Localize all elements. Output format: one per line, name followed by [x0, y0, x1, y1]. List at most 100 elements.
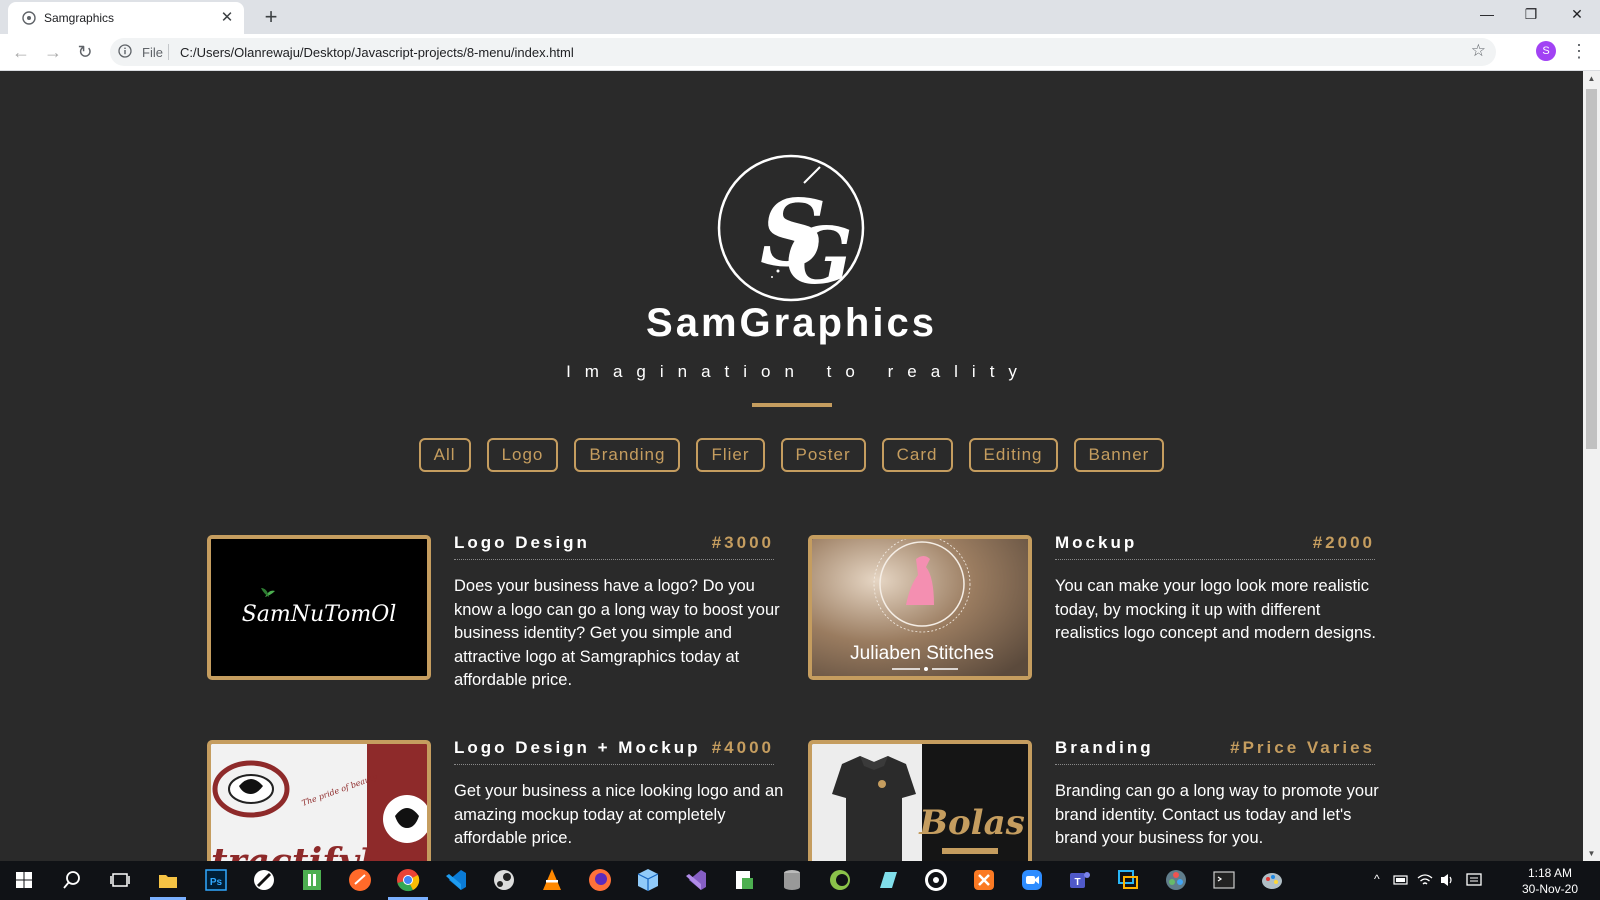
- item-name: Branding: [1055, 738, 1154, 757]
- task-view-icon[interactable]: [106, 866, 134, 894]
- item-image-text: SamNuTomOl: [242, 602, 397, 627]
- filter-editing-button[interactable]: Editing: [968, 438, 1058, 472]
- restore-button[interactable]: ❐: [1508, 0, 1554, 30]
- browser-tab[interactable]: Samgraphics ✕: [8, 2, 244, 34]
- search-icon[interactable]: [58, 866, 86, 894]
- chrome-icon[interactable]: [394, 866, 422, 894]
- item-image: Bolas: [808, 740, 1032, 861]
- item-price: #4000: [711, 738, 774, 757]
- virtualbox-icon[interactable]: [634, 866, 662, 894]
- item-image: SamNuTomOl: [207, 535, 431, 680]
- forward-button[interactable]: →: [40, 39, 66, 65]
- item-price: #2000: [1312, 533, 1375, 552]
- item-image-text: Bolas: [918, 803, 1025, 843]
- menu-item: SamNuTomOl Logo Design #3000 Does your b…: [207, 533, 797, 689]
- filter-all-button[interactable]: All: [418, 438, 471, 472]
- item-image: The pride of beauty tractifyIT: [207, 740, 431, 861]
- item-name: Mockup: [1055, 533, 1138, 552]
- item-header: Logo Design #3000: [454, 533, 774, 560]
- new-tab-button[interactable]: +: [258, 5, 284, 31]
- inkscape-icon[interactable]: [250, 866, 278, 894]
- info-icon[interactable]: [118, 44, 132, 58]
- menu-item: The pride of beauty tractifyIT Logo Desi…: [207, 738, 797, 861]
- title-underline: [752, 403, 832, 407]
- onenote-icon[interactable]: [298, 866, 326, 894]
- volume-icon[interactable]: [1438, 866, 1456, 894]
- filter-poster-button[interactable]: Poster: [780, 438, 866, 472]
- globe-icon: [22, 11, 36, 25]
- item-header: Branding #Price Varies: [1055, 738, 1375, 765]
- menu-item: Bolas Branding #Price Varies Branding ca…: [808, 738, 1398, 861]
- remote-desktop-icon[interactable]: [1114, 866, 1142, 894]
- browser-menu-icon[interactable]: ⋮: [1570, 40, 1588, 62]
- reload-button[interactable]: ↻: [72, 39, 98, 65]
- filter-branding-button[interactable]: Branding: [574, 438, 681, 472]
- show-hidden-icons-icon[interactable]: ^: [1374, 872, 1380, 886]
- filter-flier-button[interactable]: Flier: [696, 438, 765, 472]
- file-explorer-icon[interactable]: [154, 866, 182, 894]
- filter-card-button[interactable]: Card: [881, 438, 953, 472]
- samgraphics-logo: S G: [717, 154, 865, 302]
- sublime-icon[interactable]: [346, 866, 374, 894]
- window-close-button[interactable]: ✕: [1554, 0, 1600, 30]
- scroll-up-icon[interactable]: ▲: [1587, 74, 1596, 83]
- item-image-text: Juliaben Stitches: [850, 643, 994, 664]
- item-name: Logo Design + Mockup: [454, 738, 701, 757]
- profile-avatar[interactable]: S: [1536, 41, 1556, 61]
- zoom-icon[interactable]: [1018, 866, 1046, 894]
- item-description: Get your business a nice looking logo an…: [454, 782, 784, 847]
- svg-text:Ps: Ps: [210, 877, 223, 888]
- filter-buttons: All Logo Branding Flier Poster Card Edit…: [0, 438, 1583, 472]
- item-header: Logo Design + Mockup #4000: [454, 738, 774, 765]
- obs-icon[interactable]: [922, 866, 950, 894]
- tab-strip: Samgraphics ✕ + — ❐ ✕: [0, 0, 1600, 34]
- visual-studio-icon[interactable]: [682, 866, 710, 894]
- filter-banner-button[interactable]: Banner: [1073, 438, 1165, 472]
- windows-start-icon[interactable]: [10, 866, 38, 894]
- davinci-icon[interactable]: [1162, 866, 1190, 894]
- item-price: #Price Varies: [1230, 738, 1375, 757]
- battery-icon[interactable]: [1392, 866, 1410, 894]
- svg-text:T: T: [1074, 877, 1080, 888]
- menu-item: Juliaben Stitches Mockup #2000 You can m…: [808, 533, 1398, 685]
- url-text[interactable]: C:/Users/Olanrewaju/Desktop/Javascript-p…: [180, 45, 574, 60]
- windows-taskbar: Ps T ^ 1:18 AM 30-Nov-20: [0, 861, 1600, 900]
- brand-tagline: Imagination to reality: [566, 362, 1031, 381]
- item-name: Logo Design: [454, 533, 590, 552]
- firefox-icon[interactable]: [586, 866, 614, 894]
- installer-icon[interactable]: [730, 866, 758, 894]
- url-scheme: File: [142, 45, 163, 60]
- item-image: Juliaben Stitches: [808, 535, 1032, 680]
- back-button[interactable]: ←: [8, 39, 34, 65]
- vscode-icon[interactable]: [442, 866, 470, 894]
- photoshop-icon[interactable]: Ps: [202, 866, 230, 894]
- item-description: You can make your logo look more realist…: [1055, 577, 1377, 642]
- item-description: Does your business have a logo? Do you k…: [454, 577, 780, 689]
- page-scrollbar[interactable]: ▲ ▼: [1583, 71, 1600, 861]
- paint-icon[interactable]: [1258, 866, 1286, 894]
- system-clock[interactable]: 1:18 AM 30-Nov-20: [1518, 865, 1582, 897]
- xampp-icon[interactable]: [970, 866, 998, 894]
- scroll-down-icon[interactable]: ▼: [1587, 849, 1596, 858]
- coreldraw-icon[interactable]: [826, 866, 854, 894]
- filter-logo-button[interactable]: Logo: [486, 438, 559, 472]
- vlc-icon[interactable]: [538, 866, 566, 894]
- svg-text:G: G: [786, 211, 853, 302]
- notepad-icon[interactable]: [874, 866, 902, 894]
- browser-toolbar: ← → ↻ File C:/Users/Olanrewaju/Desktop/J…: [0, 34, 1600, 71]
- terminal-icon[interactable]: [1210, 866, 1238, 894]
- steam-icon[interactable]: [490, 866, 518, 894]
- notifications-icon[interactable]: [1464, 866, 1484, 894]
- brand-title: SamGraphics: [646, 301, 937, 345]
- bookmark-star-icon[interactable]: ☆: [1471, 41, 1486, 61]
- minimize-button[interactable]: —: [1464, 0, 1510, 30]
- scroll-thumb[interactable]: [1586, 89, 1597, 449]
- database-icon[interactable]: [778, 866, 806, 894]
- tab-title: Samgraphics: [44, 11, 115, 25]
- omnibox-divider: [168, 44, 169, 60]
- item-header: Mockup #2000: [1055, 533, 1375, 560]
- wifi-icon[interactable]: [1416, 866, 1434, 894]
- address-bar[interactable]: File C:/Users/Olanrewaju/Desktop/Javascr…: [110, 38, 1496, 66]
- close-tab-icon[interactable]: ✕: [218, 9, 236, 27]
- teams-icon[interactable]: T: [1066, 866, 1094, 894]
